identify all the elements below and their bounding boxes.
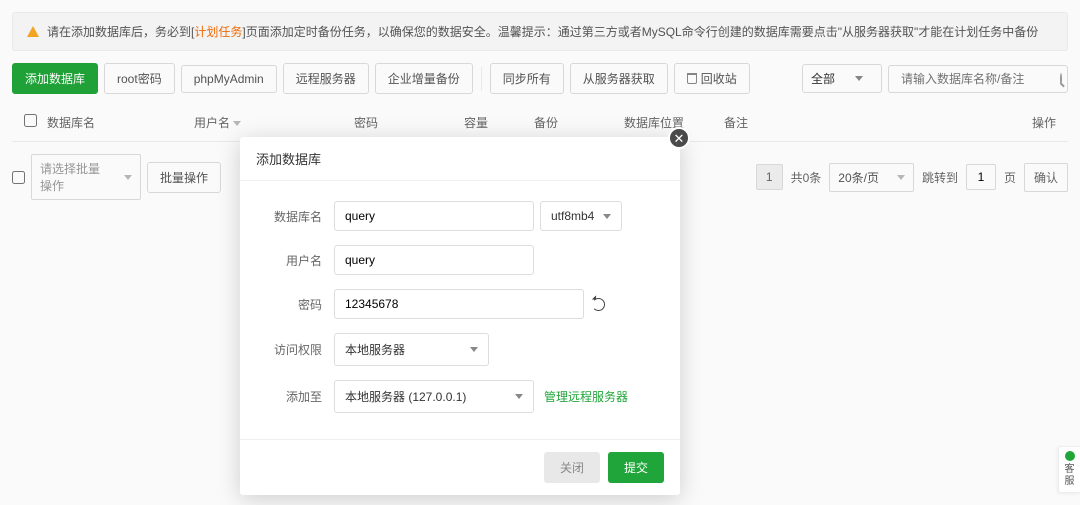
user-input[interactable]	[334, 245, 534, 275]
dbname-input[interactable]	[334, 201, 534, 231]
pwd-input[interactable]	[334, 289, 584, 319]
addto-value: 本地服务器 (127.0.0.1)	[345, 388, 466, 405]
add-db-modal: ✕ 添加数据库 数据库名 utf8mb4 用户名 密码 访问权限 本地服务器 添…	[240, 137, 680, 495]
modal-title: 添加数据库	[240, 137, 680, 181]
perm-select[interactable]: 本地服务器	[334, 333, 489, 366]
label-dbname: 数据库名	[264, 208, 334, 225]
modal-close-button[interactable]: ✕	[668, 127, 690, 149]
customer-service-tab[interactable]: 客服	[1058, 446, 1080, 493]
service-icon	[1065, 451, 1075, 461]
manage-remote-link[interactable]: 管理远程服务器	[544, 388, 628, 405]
label-user: 用户名	[264, 252, 334, 269]
charset-value: utf8mb4	[551, 209, 594, 223]
label-perm: 访问权限	[264, 341, 334, 358]
label-addto: 添加至	[264, 388, 334, 405]
modal-cancel-button[interactable]: 关闭	[544, 452, 600, 483]
modal-submit-button[interactable]: 提交	[608, 452, 664, 483]
perm-value: 本地服务器	[345, 341, 405, 358]
charset-select[interactable]: utf8mb4	[540, 201, 622, 231]
addto-select[interactable]: 本地服务器 (127.0.0.1)	[334, 380, 534, 413]
service-label: 客服	[1065, 464, 1075, 487]
label-pwd: 密码	[264, 296, 334, 313]
refresh-icon[interactable]	[592, 298, 605, 311]
